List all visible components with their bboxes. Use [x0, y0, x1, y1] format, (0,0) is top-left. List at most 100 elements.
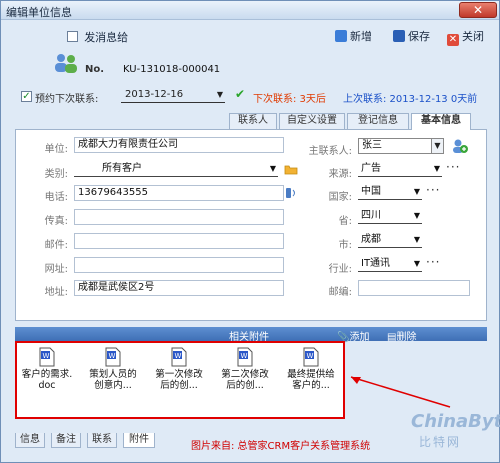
title-bar: 编辑单位信息 ✕: [1, 1, 499, 20]
chevron-down-icon: ▼: [433, 164, 440, 173]
close-icon: ✕: [447, 34, 459, 46]
checkbox-icon: [67, 31, 78, 42]
word-doc-icon: W: [237, 347, 253, 367]
save-button[interactable]: 保存: [393, 28, 430, 44]
tab-notes[interactable]: 备注: [51, 433, 81, 448]
unit-label: 单位:: [44, 144, 68, 155]
main-contact-label: 主联系人:: [308, 146, 352, 157]
source-select[interactable]: 广告 ▼: [358, 162, 442, 177]
unit-input[interactable]: 成都大力有限责任公司: [74, 137, 284, 153]
city-value: 成都: [361, 234, 381, 245]
main-contact-select[interactable]: 张三: [358, 138, 438, 154]
reserve-checkbox[interactable]: [21, 90, 32, 102]
attachment-file[interactable]: W 客户的需求. doc: [17, 347, 77, 391]
email-input[interactable]: [74, 233, 284, 249]
svg-text:W: W: [175, 352, 182, 360]
add-attachment-label: 添加: [349, 332, 370, 343]
tab-info[interactable]: 信息: [15, 433, 45, 448]
attachment-file[interactable]: W 策划人员的 创意内...: [83, 347, 143, 391]
type-label: 类别:: [44, 169, 68, 180]
toolbar: 发消息给 新增 保存 ✕ 关闭: [1, 20, 499, 50]
file-name-line1: 策划人员的: [89, 369, 137, 380]
basic-info-panel: 单位: 成都大力有限责任公司 类别: 所有客户 ▼ 电话: 1367964355…: [15, 129, 487, 321]
file-name-line2: doc: [38, 380, 56, 391]
fax-label: 传真:: [44, 216, 68, 227]
file-name-line2: 后的创...: [226, 380, 264, 391]
close-button[interactable]: ✕ 关闭: [447, 28, 484, 46]
attachments-header: 相关附件 📎添加 ▤删除: [15, 327, 487, 343]
tab-contact[interactable]: 联系: [87, 433, 117, 448]
email-label: 邮件:: [44, 240, 68, 251]
tab-attachments[interactable]: 附件: [123, 433, 155, 448]
fax-input[interactable]: [74, 209, 284, 225]
annotation-arrow: [350, 376, 451, 408]
reserve-date-picker[interactable]: 2013-12-16 ▼: [121, 87, 225, 103]
watermark-logo: ChinaByte: [411, 411, 500, 432]
main-contact-value: 张三: [362, 140, 382, 151]
watermark-subtitle: 比特网: [419, 435, 462, 449]
phone-label: 电话:: [44, 192, 68, 203]
attachment-file[interactable]: W 第二次修改 后的创...: [215, 347, 275, 391]
checkmark-icon: ✔: [235, 87, 246, 101]
file-name-line1: 最终提供给: [287, 369, 335, 380]
window-title: 编辑单位信息: [6, 6, 72, 19]
tab-custom-settings[interactable]: 自定义设置: [279, 113, 345, 129]
source-label: 来源:: [328, 169, 352, 180]
file-name-line1: 第一次修改: [155, 369, 203, 380]
source-value: 广告: [361, 163, 381, 174]
window-close-button[interactable]: ✕: [459, 2, 497, 18]
last-contact-text: 上次联系: 2013-12-13 0天前: [343, 94, 478, 105]
type-value: 所有客户: [102, 163, 142, 174]
new-button[interactable]: 新增: [335, 28, 372, 44]
phone-input[interactable]: 13679643555: [74, 185, 284, 201]
word-doc-icon: W: [105, 347, 121, 367]
chevron-down-icon: ▼: [269, 164, 276, 173]
new-icon: [335, 30, 347, 42]
attachment-file[interactable]: W 最终提供给 客户的...: [281, 347, 341, 391]
attachment-file[interactable]: W 第一次修改 后的创...: [149, 347, 209, 391]
send-message-label: 发消息给: [84, 31, 129, 44]
folder-icon[interactable]: [284, 163, 298, 175]
address-input[interactable]: 成都是武侯区2号: [74, 280, 284, 296]
country-more-button[interactable]: ···: [426, 183, 440, 197]
industry-value: IT通讯: [361, 258, 391, 269]
reserve-label: 预约下次联系:: [35, 94, 99, 105]
chevron-down-icon[interactable]: ▼: [431, 138, 444, 154]
chevron-down-icon: ▼: [413, 211, 420, 220]
file-name-line2: 后的创...: [160, 380, 198, 391]
next-contact-text: 下次联系: 3天后: [253, 94, 326, 105]
zip-input[interactable]: [358, 280, 470, 296]
province-select[interactable]: 四川 ▼: [358, 209, 422, 224]
city-select[interactable]: 成都 ▼: [358, 233, 422, 248]
delete-attachment-button[interactable]: ▤删除: [387, 328, 416, 343]
chevron-down-icon: ▼: [413, 259, 420, 268]
edit-unit-window: 编辑单位信息 ✕ 发消息给 新增 保存 ✕ 关闭 No. KU-131018-00…: [0, 0, 500, 463]
header-form: No. KU-131018-000041 预约下次联系: 2013-12-16 …: [1, 50, 499, 112]
tab-basic-info[interactable]: 基本信息: [411, 113, 471, 130]
industry-label: 行业:: [328, 264, 352, 275]
industry-more-button[interactable]: ···: [426, 255, 440, 269]
chevron-down-icon: ▼: [216, 90, 223, 99]
chevron-down-icon: ▼: [413, 187, 420, 196]
add-contact-icon[interactable]: [452, 138, 468, 154]
country-select[interactable]: 中国 ▼: [358, 185, 422, 200]
tab-registration[interactable]: 登记信息: [347, 113, 409, 129]
new-label: 新增: [350, 30, 372, 43]
delete-attachment-label: 删除: [396, 332, 417, 343]
source-more-button[interactable]: ···: [446, 160, 460, 174]
industry-select[interactable]: IT通讯 ▼: [358, 257, 422, 272]
province-label: 省:: [338, 216, 352, 227]
type-select[interactable]: 所有客户 ▼: [74, 162, 278, 177]
city-label: 市:: [338, 240, 352, 251]
province-value: 四川: [361, 210, 381, 221]
tab-contacts[interactable]: 联系人: [229, 113, 277, 129]
send-message-checkbox[interactable]: 发消息给: [67, 29, 128, 45]
file-name-line2: 创意内...: [94, 380, 132, 391]
website-input[interactable]: [74, 257, 284, 273]
word-doc-icon: W: [171, 347, 187, 367]
close-label: 关闭: [462, 30, 484, 43]
reserve-date-value: 2013-12-16: [125, 89, 184, 100]
phone-call-icon[interactable]: [284, 186, 298, 200]
word-doc-icon: W: [303, 347, 319, 367]
svg-text:W: W: [307, 352, 314, 360]
